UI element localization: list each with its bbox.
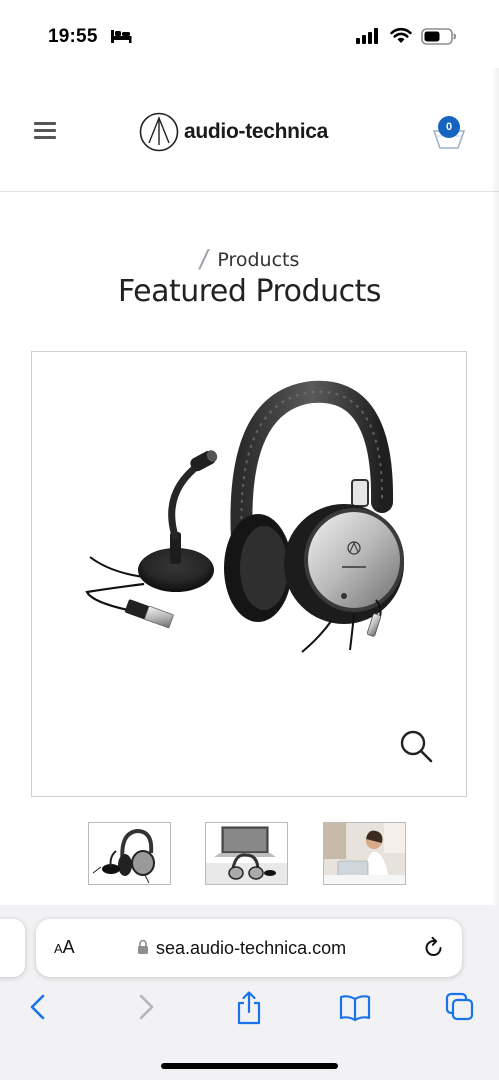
breadcrumb: / Products: [0, 244, 499, 276]
cart-count-badge: 0: [438, 116, 460, 138]
menu-icon[interactable]: [34, 122, 56, 140]
page-title: Featured Products: [118, 274, 381, 309]
magnifier-icon[interactable]: [398, 728, 434, 764]
wifi-icon: [390, 27, 412, 43]
url-text: sea.audio-technica.com: [156, 938, 347, 958]
tabs-icon[interactable]: [444, 990, 476, 1024]
back-icon[interactable]: [28, 990, 48, 1024]
breadcrumb-separator: /: [199, 244, 208, 275]
forward-icon[interactable]: [136, 990, 156, 1024]
text-size-button[interactable]: AA: [54, 937, 75, 958]
lock-icon: [138, 939, 148, 954]
battery-icon: [421, 28, 456, 45]
site-header: audio-technica 0: [0, 68, 499, 192]
product-main-image[interactable]: [31, 351, 467, 797]
status-bar: 19:55: [0, 0, 499, 68]
scroll-edge: [491, 68, 499, 918]
logo-mark-icon: [139, 112, 179, 152]
bed-icon: [111, 30, 132, 43]
thumbnail-headset-with-laptop[interactable]: [205, 822, 288, 885]
breadcrumb-link-products[interactable]: Products: [217, 249, 299, 271]
status-time: 19:55: [48, 26, 98, 47]
address-bar[interactable]: AA sea.audio-technica.com: [36, 919, 462, 977]
reload-icon[interactable]: [423, 936, 445, 960]
logo-text: audio-technica: [184, 120, 328, 143]
thumbnail-headset-and-microphone[interactable]: [88, 822, 171, 885]
home-indicator: [161, 1063, 338, 1069]
cart-button[interactable]: 0: [432, 114, 466, 150]
cellular-signal-icon: [356, 28, 378, 44]
site-logo[interactable]: audio-technica: [139, 112, 328, 152]
browser-toolbar: [0, 990, 499, 1030]
thumbnail-person-using-headset[interactable]: [323, 822, 406, 885]
previous-tab-preview[interactable]: [0, 919, 25, 977]
share-icon[interactable]: [235, 990, 263, 1026]
bookmarks-icon[interactable]: [338, 990, 372, 1024]
